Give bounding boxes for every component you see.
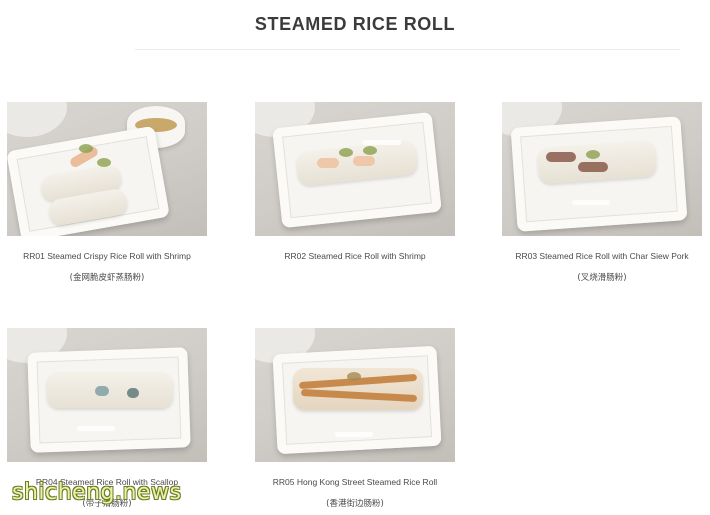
menu-item-rr01[interactable]: RR01 Steamed Crispy Rice Roll with Shrim… <box>7 102 209 289</box>
dish-caption-rr05: RR05 Hong Kong Street Steamed Rice Roll … <box>255 471 455 515</box>
dish-photo-rr04[interactable] <box>7 328 207 462</box>
dish-photo-rr03[interactable] <box>502 102 702 236</box>
menu-item-rr03[interactable]: RR03 Steamed Rice Roll with Char Siew Po… <box>502 102 704 289</box>
menu-item-rr02[interactable]: RR02 Steamed Rice Roll with Shrimp <box>255 102 457 267</box>
dish-caption-rr03: RR03 Steamed Rice Roll with Char Siew Po… <box>502 245 702 289</box>
dish-photo-rr01[interactable] <box>7 102 207 236</box>
dish-name-rr05: RR05 Hong Kong Street Steamed Rice Roll <box>272 477 438 487</box>
dish-caption-rr01: RR01 Steamed Crispy Rice Roll with Shrim… <box>7 245 207 289</box>
dish-name-cn-rr05: (香港街边肠粉) <box>326 499 384 509</box>
site-watermark: shicheng.news <box>12 480 182 505</box>
dish-photo-rr02[interactable] <box>255 102 455 236</box>
dish-name-rr03: RR03 Steamed Rice Roll with Char Siew Po… <box>515 251 689 261</box>
title-divider <box>135 49 680 50</box>
dish-name-rr01: RR01 Steamed Crispy Rice Roll with Shrim… <box>23 251 191 261</box>
page-title: STEAMED RICE ROLL <box>254 14 456 34</box>
dish-photo-rr05[interactable] <box>255 328 455 462</box>
dish-caption-rr02: RR02 Steamed Rice Roll with Shrimp <box>255 245 455 267</box>
dish-name-rr02: RR02 Steamed Rice Roll with Shrimp <box>284 251 426 261</box>
dish-name-cn-rr01: (金网脆皮虾蒸肠粉) <box>69 273 145 283</box>
menu-item-rr05[interactable]: RR05 Hong Kong Street Steamed Rice Roll … <box>255 328 457 515</box>
dish-name-cn-rr03: (叉烧滑肠粉) <box>577 273 627 283</box>
